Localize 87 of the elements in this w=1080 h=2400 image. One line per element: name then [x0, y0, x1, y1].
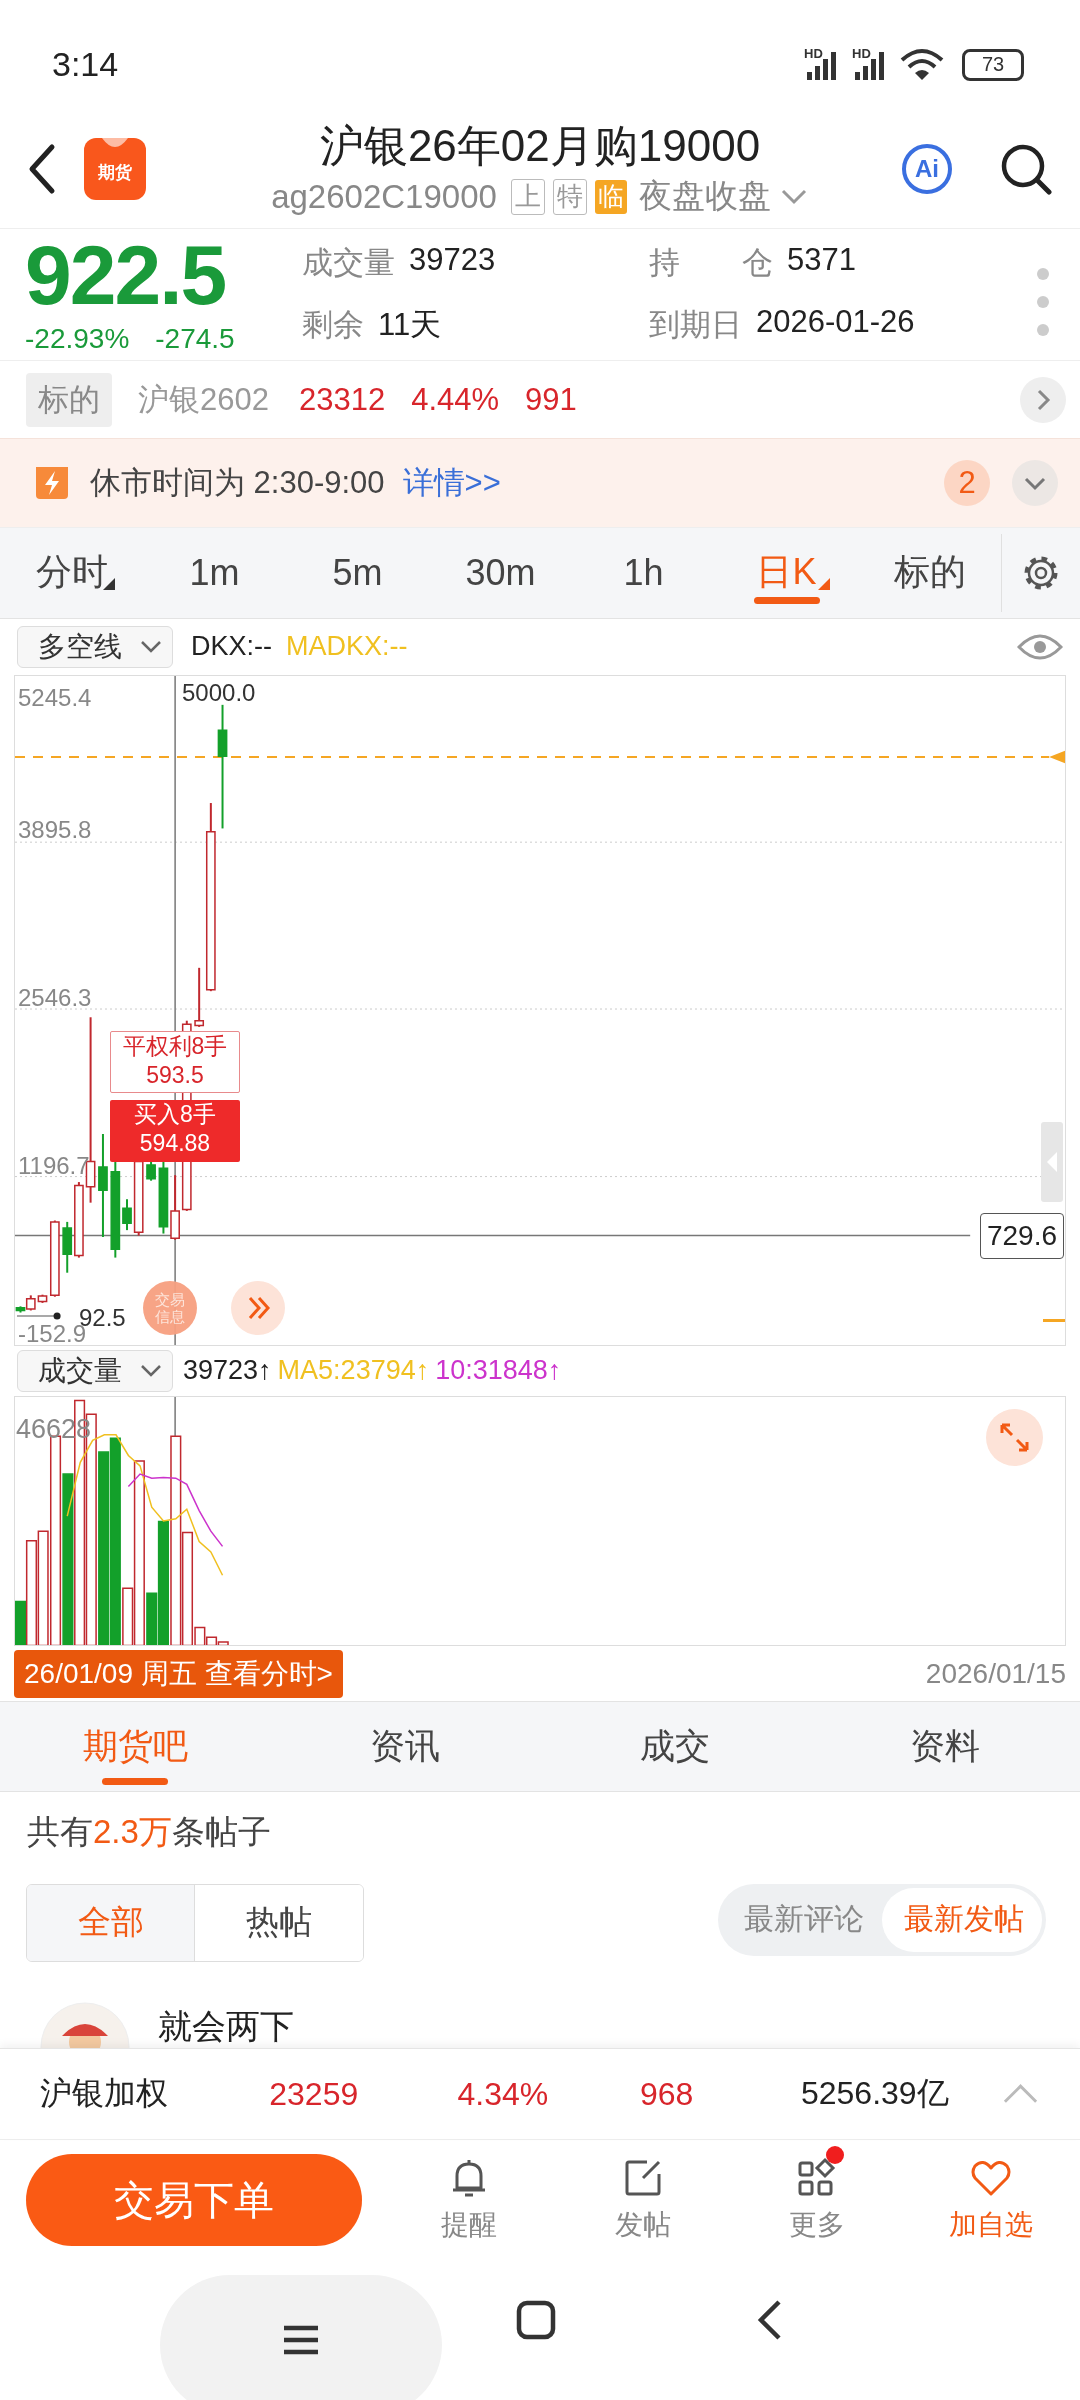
fast-forward-icon[interactable]	[231, 1280, 285, 1335]
axis-label: 5245.4	[18, 683, 92, 712]
battery-indicator: 73	[962, 48, 1024, 81]
current-price-label: 729.6	[979, 1212, 1064, 1259]
indicator-value: 39723↑	[183, 1355, 272, 1387]
index-price: 23259	[269, 2075, 360, 2113]
eye-icon[interactable]	[1017, 632, 1063, 661]
clock-time: 3:14	[52, 45, 119, 85]
session-label: 夜盘收盘	[638, 176, 771, 217]
collapse-handle-icon[interactable]	[1041, 1121, 1063, 1202]
period-tab[interactable]: 1m	[143, 527, 286, 618]
underlying-percent: 4.44%	[411, 381, 500, 418]
index-percent: 4.34%	[457, 2075, 550, 2113]
index-name: 沪银加权	[40, 2074, 169, 2114]
author-name: 就会两下	[158, 2005, 294, 2047]
trade-marker: 平权利8手 593.5	[110, 1030, 240, 1093]
tag: 上	[510, 178, 545, 215]
indicator-value: 10:31848↑	[435, 1355, 562, 1387]
stat-value: 5371	[787, 242, 856, 280]
indicator-value: MA5:23794↑	[277, 1355, 430, 1387]
period-tab[interactable]: 30m	[429, 527, 572, 618]
stat-value: 2026-01-26	[756, 304, 915, 342]
underlying-label: 标的	[26, 372, 112, 427]
chevron-down-icon[interactable]	[140, 1363, 162, 1378]
stat-value: 39723	[409, 242, 496, 280]
filter-tab[interactable]: 全部	[27, 1884, 195, 1961]
ai-button[interactable]: Ai	[902, 143, 952, 194]
sort-option[interactable]: 最新发帖	[882, 1887, 1042, 1952]
tag: 特	[552, 178, 587, 215]
chevron-down-icon[interactable]	[140, 639, 162, 654]
tag: 临	[594, 179, 627, 214]
stat-label: 剩余	[302, 306, 364, 345]
marker-dot-icon	[17, 1310, 61, 1321]
menu-icon[interactable]	[282, 2325, 320, 2355]
stat-label: 成交量	[302, 244, 395, 283]
high-price-label: 5000.0	[182, 678, 256, 707]
indicator-value: DKX:--	[191, 631, 272, 663]
period-tab[interactable]: 5m	[286, 527, 429, 618]
end-date-label: 2026/01/15	[925, 1657, 1066, 1690]
period-tab[interactable]: 标的	[858, 527, 1001, 618]
period-tab[interactable]: 日K	[715, 527, 858, 618]
view-intraday-button[interactable]: 26/01/09 周五 查看分时>	[14, 1649, 343, 1698]
section-tab[interactable]: 成交	[540, 1702, 810, 1791]
period-tab[interactable]: 1h	[572, 527, 715, 618]
underlying-change: 991	[525, 381, 577, 418]
stat-label: 持 仓	[649, 244, 773, 283]
post-count-text: 共有2.3万条帖子	[27, 1812, 271, 1853]
chevron-down-icon[interactable]	[1012, 459, 1058, 506]
count-badge: 2	[944, 459, 990, 506]
chevron-right-icon[interactable]	[1020, 376, 1066, 423]
toolbar-button[interactable]: 发帖	[556, 2144, 730, 2245]
underlying-price: 23312	[298, 381, 386, 418]
app-logo: 期货	[84, 137, 146, 200]
sort-option[interactable]: 最新评论	[722, 1887, 882, 1952]
price-tick-icon	[1043, 1318, 1065, 1323]
expand-icon[interactable]	[986, 1408, 1043, 1466]
toolbar-button[interactable]: 提醒	[382, 2144, 556, 2245]
trade-marker: 买入8手 594.88	[110, 1099, 240, 1162]
change-percent: -22.93%	[25, 323, 130, 356]
change-value: -274.5	[155, 323, 235, 356]
page-title: 沪银26年02月购19000	[319, 120, 761, 173]
indicator-dropdown[interactable]: 成交量	[17, 1349, 173, 1392]
toolbar-button[interactable]: 加自选	[904, 2144, 1078, 2245]
indicator-dropdown[interactable]: 多空线	[17, 625, 173, 668]
turnover-amount: 5256.39亿	[800, 2074, 950, 2114]
axis-label: 3895.8	[18, 815, 92, 844]
section-tab[interactable]: 资料	[810, 1702, 1080, 1791]
index-change: 968	[640, 2075, 695, 2113]
underlying-name: 沪银2602	[138, 380, 269, 419]
section-tab[interactable]: 资讯	[270, 1702, 540, 1791]
search-icon[interactable]	[1000, 142, 1052, 195]
wifi-icon	[900, 47, 944, 82]
stat-label: 到期日	[649, 306, 742, 345]
home-icon[interactable]	[516, 2300, 556, 2340]
network-label: HD	[852, 45, 871, 61]
toolbar-button[interactable]: 更多	[730, 2144, 904, 2245]
stat-value: 11天	[378, 306, 442, 345]
details-link[interactable]: 详情>>	[402, 461, 501, 504]
axis-label: 2546.3	[18, 983, 92, 1012]
period-tab[interactable]: 分时	[0, 527, 143, 618]
network-label: HD	[804, 45, 823, 61]
section-tab[interactable]: 期货吧	[0, 1702, 270, 1791]
last-price: 922.5	[25, 233, 227, 318]
contract-code: ag2602C19000	[271, 177, 497, 216]
trade-order-button[interactable]: 交易下单	[26, 2154, 362, 2247]
indicator-value: MADKX:--	[286, 631, 408, 663]
notice-text: 休市时间为 2:30-9:00	[90, 463, 385, 502]
